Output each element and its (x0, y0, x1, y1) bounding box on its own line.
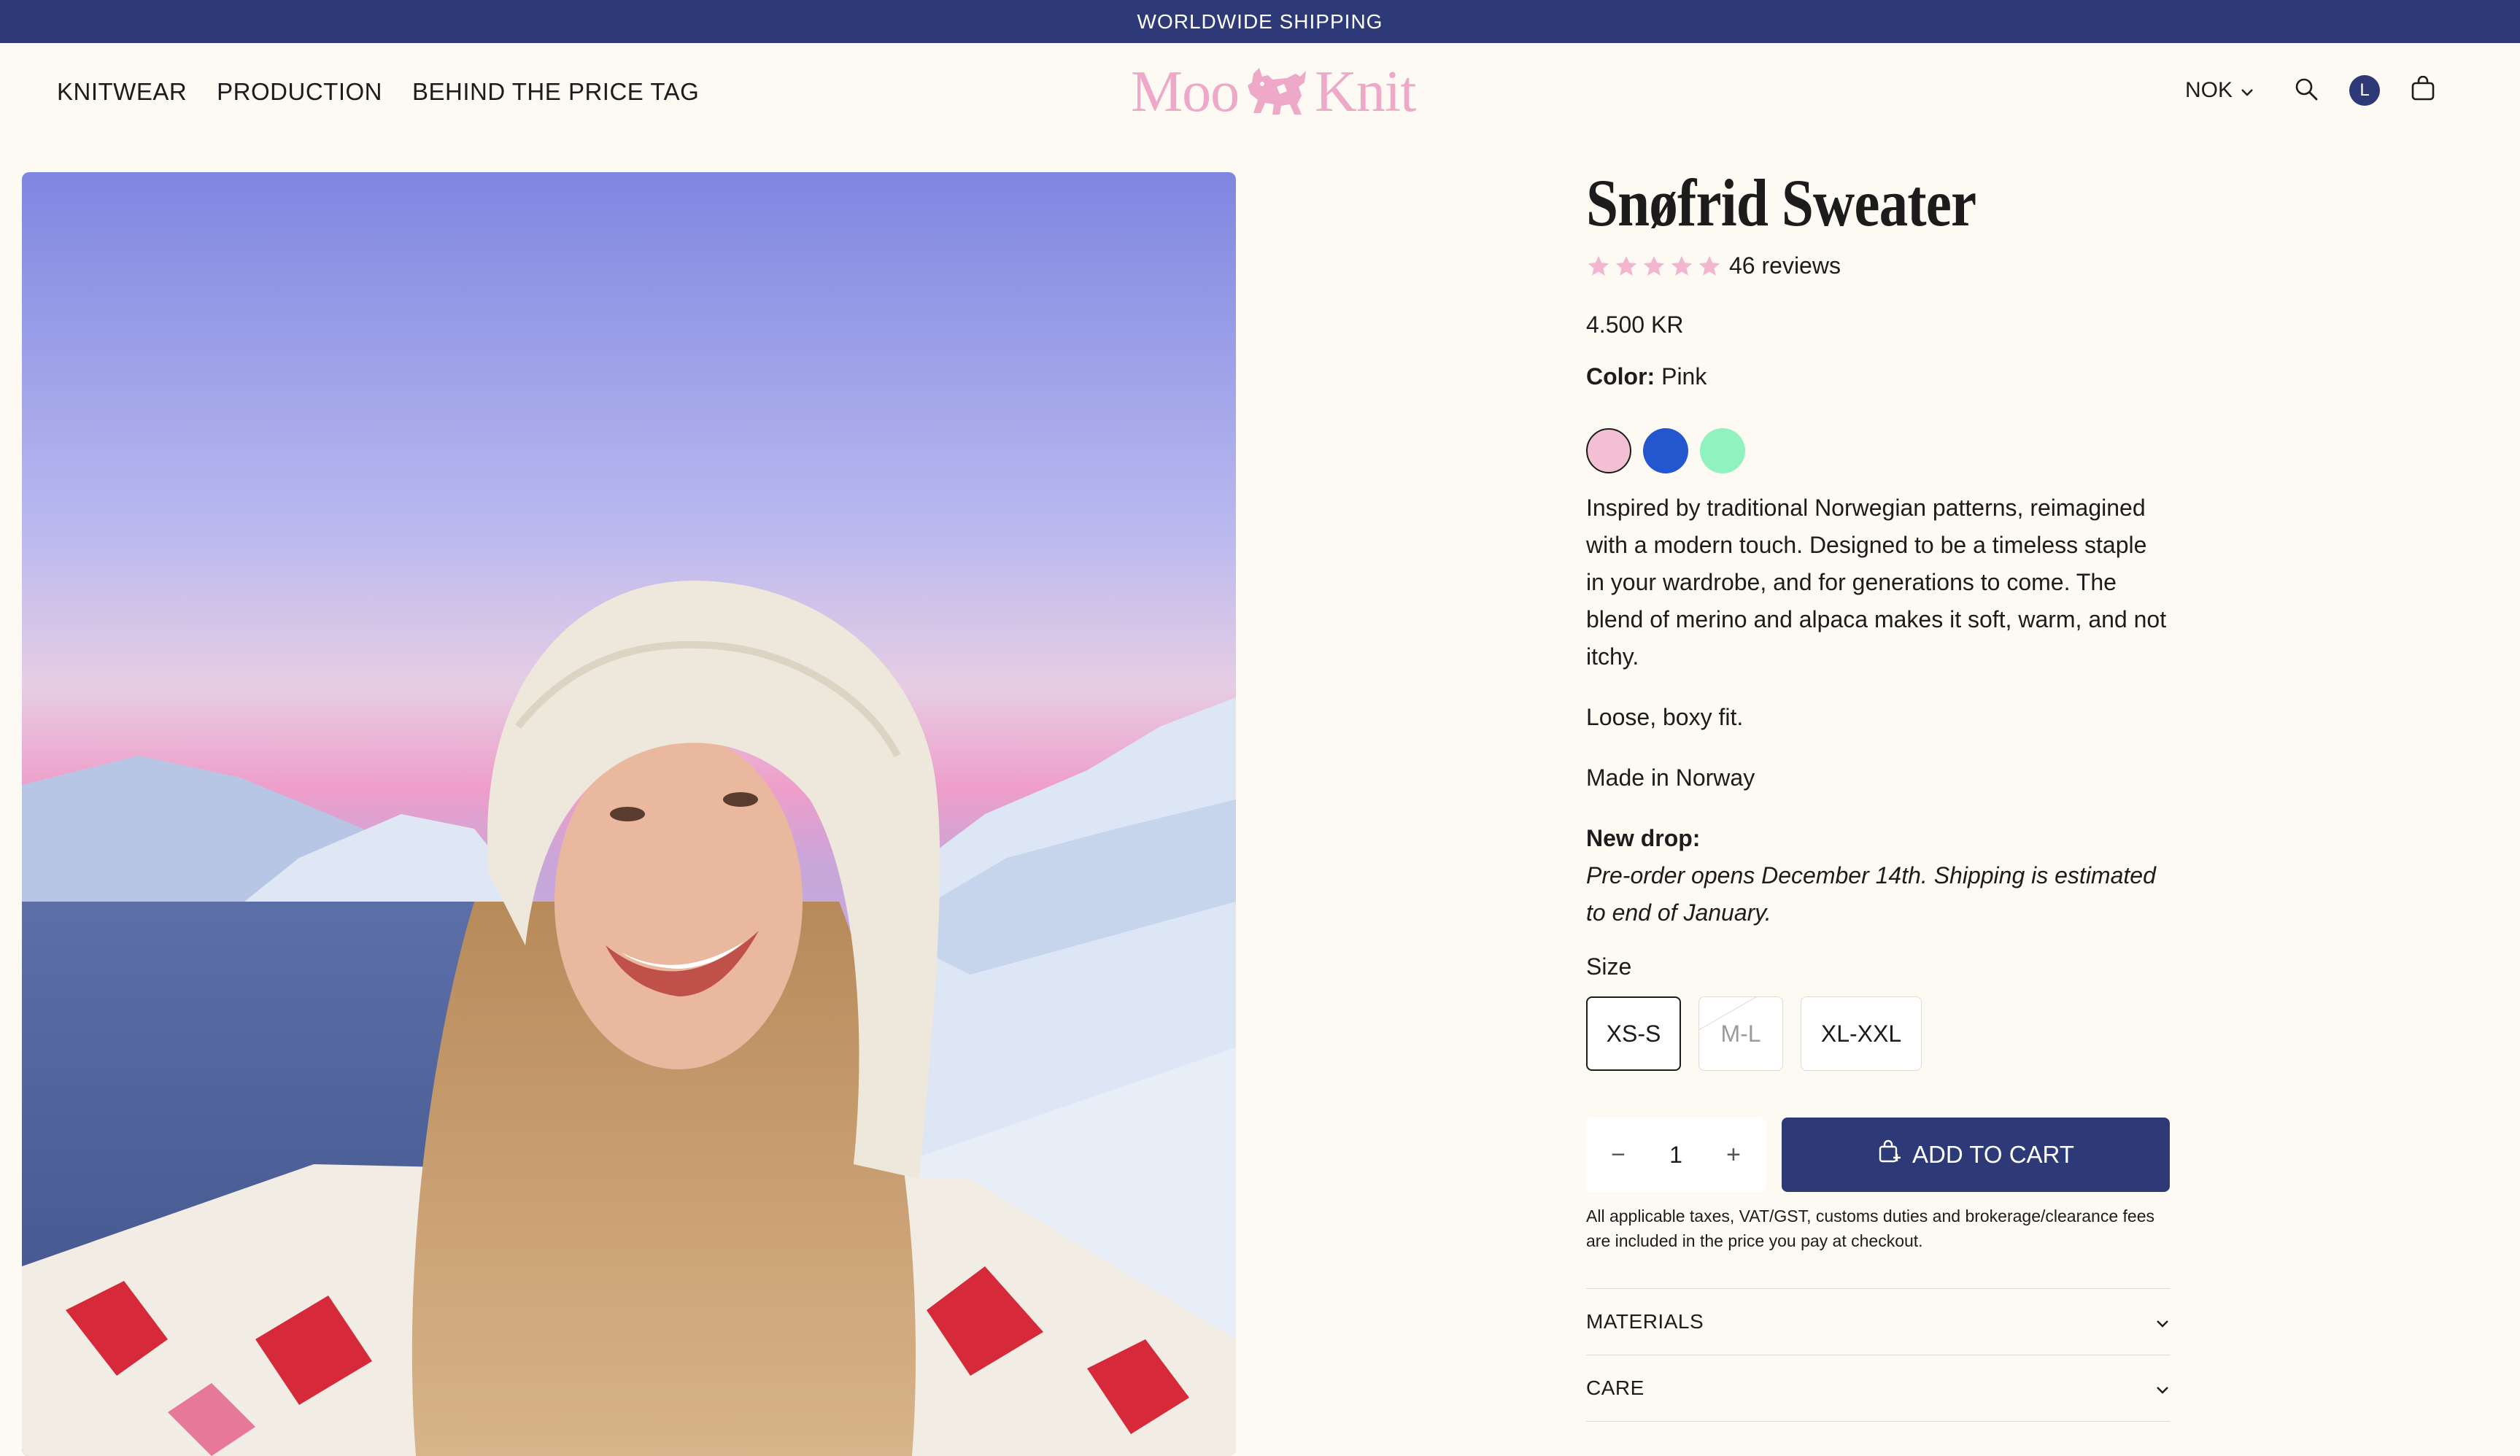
logo-text-right: Knit (1315, 59, 1416, 124)
chevron-down-icon (2155, 1376, 2170, 1400)
site-header: KNITWEAR PRODUCTION BEHIND THE PRICE TAG… (0, 43, 2520, 144)
accordion-materials-label: MATERIALS (1586, 1310, 1704, 1333)
currency-label: NOK (2184, 78, 2233, 102)
search-icon (2294, 77, 2319, 105)
currency-selector[interactable]: NOK (2185, 78, 2254, 103)
size-option-xs-s[interactable]: XS-S (1586, 996, 1681, 1071)
product-photo[interactable] (22, 172, 1236, 1456)
size-options: XS-S M-L XL-XXL (1586, 996, 2170, 1071)
swatch-mint[interactable] (1700, 428, 1745, 473)
main-nav: KNITWEAR PRODUCTION BEHIND THE PRICE TAG (57, 78, 699, 106)
avatar-initial: L (2359, 80, 2370, 100)
star-icon (1588, 255, 1609, 276)
reviews-count: 46 reviews (1729, 252, 1841, 279)
cow-icon (1243, 66, 1310, 117)
chevron-down-icon (2155, 1310, 2170, 1333)
logo-text-left: Moo (1131, 59, 1240, 124)
size-option-m-l[interactable]: M-L (1698, 996, 1783, 1071)
star-icon (1671, 255, 1693, 276)
add-to-cart-button[interactable]: ADD TO CART (1782, 1118, 2170, 1192)
nav-item-production[interactable]: PRODUCTION (217, 78, 382, 106)
color-value: Pink (1661, 363, 1707, 390)
color-label: Color: (1586, 363, 1655, 390)
product-description: Inspired by traditional Norwegian patter… (1586, 489, 2170, 932)
purchase-row: − 1 + ADD TO CART (1586, 1118, 2170, 1192)
nav-item-behind-the-price-tag[interactable]: BEHIND THE PRICE TAG (412, 78, 699, 106)
color-swatches (1586, 428, 2170, 473)
search-button[interactable] (2288, 72, 2324, 109)
brand-logo[interactable]: Moo Knit (1131, 59, 1416, 125)
size-option-xl-xxl[interactable]: XL-XXL (1801, 996, 1922, 1071)
star-icon (1698, 255, 1720, 276)
chevron-down-icon (2240, 78, 2254, 103)
accordion-care-label: CARE (1586, 1376, 1644, 1399)
tax-note: All applicable taxes, VAT/GST, customs d… (1586, 1207, 2154, 1250)
product-price: 4.500 KR (1586, 311, 1684, 338)
product-title: Snøfrid Sweater (1586, 166, 1976, 240)
color-selection: Color: Pink (1586, 363, 2170, 390)
new-drop-title: New drop: (1586, 825, 1701, 851)
shopping-bag-icon (2410, 75, 2436, 106)
account-avatar[interactable]: L (2349, 75, 2380, 106)
header-actions: NOK L (2185, 72, 2441, 109)
product-info: Snøfrid Sweater 46 reviews 4.500 KR Colo… (1586, 160, 2170, 1422)
origin-text: Made in Norway (1586, 764, 1755, 791)
add-to-cart-label: ADD TO CART (1912, 1141, 2074, 1168)
cart-button[interactable] (2405, 72, 2441, 109)
nav-item-knitwear[interactable]: KNITWEAR (57, 78, 187, 106)
swatch-pink[interactable] (1586, 428, 1631, 473)
size-label: Size (1586, 953, 1632, 980)
add-to-cart-icon (1877, 1139, 1902, 1170)
quantity-stepper: − 1 + (1586, 1118, 1766, 1192)
announcement-bar: WORLDWIDE SHIPPING (0, 0, 2520, 43)
fit-text: Loose, boxy fit. (1586, 704, 1744, 730)
announcement-text: WORLDWIDE SHIPPING (1137, 9, 1383, 33)
accordion-materials[interactable]: MATERIALS (1586, 1289, 2170, 1355)
star-icon (1643, 255, 1665, 276)
new-drop-text: Pre-order opens December 14th. Shipping … (1586, 862, 2156, 926)
description-text: Inspired by traditional Norwegian patter… (1586, 495, 2167, 670)
quantity-value[interactable]: 1 (1669, 1142, 1682, 1169)
swatch-blue[interactable] (1643, 428, 1688, 473)
product-accordions: MATERIALS CARE (1586, 1288, 2170, 1422)
product-rating[interactable]: 46 reviews (1586, 252, 2170, 279)
quantity-decrease-button[interactable]: − (1604, 1141, 1633, 1169)
star-icon (1615, 255, 1637, 276)
quantity-increase-button[interactable]: + (1719, 1141, 1748, 1169)
star-rating (1586, 254, 1722, 279)
accordion-care[interactable]: CARE (1586, 1355, 2170, 1422)
